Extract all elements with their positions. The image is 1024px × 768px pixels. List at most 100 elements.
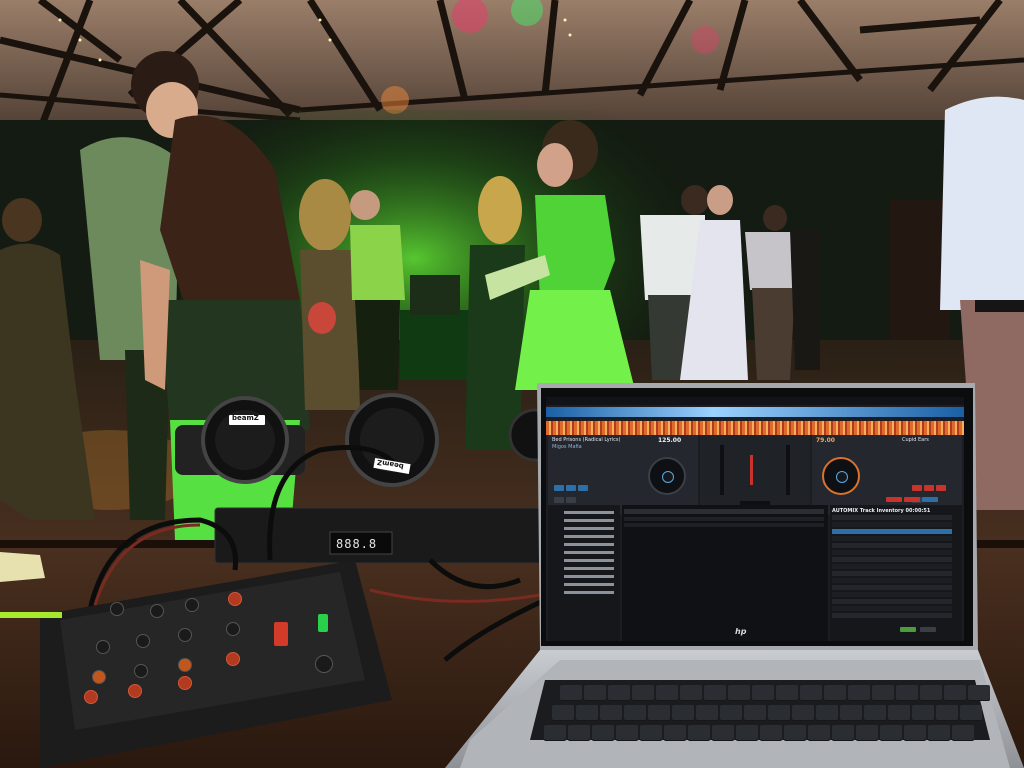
sampler-button[interactable]: [904, 497, 920, 502]
keyboard-key[interactable]: [640, 725, 662, 741]
automix-row[interactable]: [832, 522, 952, 527]
keyboard-key[interactable]: [800, 685, 822, 701]
keyboard-key[interactable]: [792, 705, 814, 721]
keyboard-key[interactable]: [736, 725, 758, 741]
keyboard-key[interactable]: [760, 725, 782, 741]
channel-fader-right[interactable]: [786, 445, 790, 495]
keyboard-key[interactable]: [632, 685, 654, 701]
keyboard-key[interactable]: [720, 705, 742, 721]
keyboard-key[interactable]: [624, 705, 646, 721]
keyboard-key[interactable]: [840, 705, 862, 721]
keyboard-key[interactable]: [776, 685, 798, 701]
keyboard-key[interactable]: [728, 685, 750, 701]
keyboard-key[interactable]: [848, 685, 870, 701]
mixer-knob[interactable]: [110, 602, 124, 616]
deck-right-pad[interactable]: [912, 485, 922, 491]
keyboard-key[interactable]: [856, 725, 878, 741]
keyboard-key[interactable]: [832, 725, 854, 741]
deck-left-pad[interactable]: [566, 485, 576, 491]
automix-button[interactable]: [920, 627, 936, 632]
keyboard-key[interactable]: [784, 725, 806, 741]
keyboard-key[interactable]: [808, 725, 830, 741]
deck-right-pad[interactable]: [936, 485, 946, 491]
folder-item[interactable]: [564, 543, 614, 546]
mixer-knob-red[interactable]: [128, 684, 142, 698]
keyboard-key[interactable]: [872, 685, 894, 701]
keyboard-key[interactable]: [816, 705, 838, 721]
keyboard-key[interactable]: [912, 705, 934, 721]
automix-row[interactable]: [832, 571, 952, 576]
mixer-knob[interactable]: [134, 664, 148, 678]
automix-row[interactable]: [832, 592, 952, 597]
keyboard-key[interactable]: [920, 685, 942, 701]
mixer-knob-orange[interactable]: [92, 670, 106, 684]
mixer-knob-red[interactable]: [178, 676, 192, 690]
waveform-overview-top[interactable]: [546, 407, 964, 417]
keyboard-key[interactable]: [968, 685, 990, 701]
sampler-button[interactable]: [886, 497, 902, 502]
folder-item[interactable]: [564, 511, 614, 514]
keyboard-key[interactable]: [552, 705, 574, 721]
keyboard-key[interactable]: [544, 725, 566, 741]
mixer-knob-red[interactable]: [226, 652, 240, 666]
keyboard-key[interactable]: [768, 705, 790, 721]
keyboard-key[interactable]: [656, 685, 678, 701]
deck-left-pad[interactable]: [554, 497, 564, 503]
keyboard-key[interactable]: [672, 705, 694, 721]
folder-item[interactable]: [564, 535, 614, 538]
automix-row[interactable]: [832, 578, 952, 583]
mixer-knob-orange[interactable]: [178, 658, 192, 672]
keyboard-key[interactable]: [568, 725, 590, 741]
mixer-fader-red[interactable]: [274, 622, 288, 646]
keyboard-key[interactable]: [648, 705, 670, 721]
folder-item[interactable]: [564, 559, 614, 562]
mixer-knob[interactable]: [136, 634, 150, 648]
keyboard-key[interactable]: [824, 685, 846, 701]
automix-row[interactable]: [832, 515, 952, 520]
folder-item[interactable]: [564, 575, 614, 578]
keyboard-key[interactable]: [680, 685, 702, 701]
channel-fader-left[interactable]: [720, 445, 724, 495]
mixer-master-knob[interactable]: [315, 655, 333, 673]
automix-row[interactable]: [832, 599, 952, 604]
sampler-button[interactable]: [922, 497, 938, 502]
keyboard-key[interactable]: [744, 705, 766, 721]
folder-item[interactable]: [564, 551, 614, 554]
deck-left-pad[interactable]: [566, 497, 576, 503]
file-row[interactable]: [624, 523, 824, 527]
deck-right-pad[interactable]: [924, 485, 934, 491]
deck-left-pad[interactable]: [578, 485, 588, 491]
mixer-knob-red[interactable]: [84, 690, 98, 704]
file-row[interactable]: [624, 517, 824, 521]
keyboard-key[interactable]: [752, 685, 774, 701]
keyboard-key[interactable]: [608, 685, 630, 701]
automix-row[interactable]: [832, 564, 952, 569]
keyboard-key[interactable]: [600, 705, 622, 721]
mixer-knob[interactable]: [96, 640, 110, 654]
deck-left-platter[interactable]: [648, 457, 686, 495]
automix-play-button[interactable]: [900, 627, 916, 632]
folder-item[interactable]: [564, 527, 614, 530]
keyboard-key[interactable]: [944, 685, 966, 701]
mixer-knob[interactable]: [178, 628, 192, 642]
keyboard-key[interactable]: [904, 725, 926, 741]
mixer-knob[interactable]: [150, 604, 164, 618]
automix-row[interactable]: [832, 543, 952, 548]
automix-row[interactable]: [832, 585, 952, 590]
deck-left-pad[interactable]: [554, 485, 564, 491]
keyboard-key[interactable]: [936, 705, 958, 721]
keyboard-key[interactable]: [896, 685, 918, 701]
keyboard-key[interactable]: [960, 705, 982, 721]
folder-item[interactable]: [564, 583, 614, 586]
automix-row[interactable]: [832, 536, 952, 541]
keyboard-key[interactable]: [688, 725, 710, 741]
automix-row[interactable]: [832, 606, 952, 611]
waveform-scrolling[interactable]: [546, 421, 964, 435]
automix-row[interactable]: [832, 557, 952, 562]
keyboard-key[interactable]: [928, 725, 950, 741]
automix-row-selected[interactable]: [832, 529, 952, 534]
keyboard-key[interactable]: [880, 725, 902, 741]
mixer-knob[interactable]: [185, 598, 199, 612]
folder-item[interactable]: [564, 519, 614, 522]
folder-item[interactable]: [564, 567, 614, 570]
